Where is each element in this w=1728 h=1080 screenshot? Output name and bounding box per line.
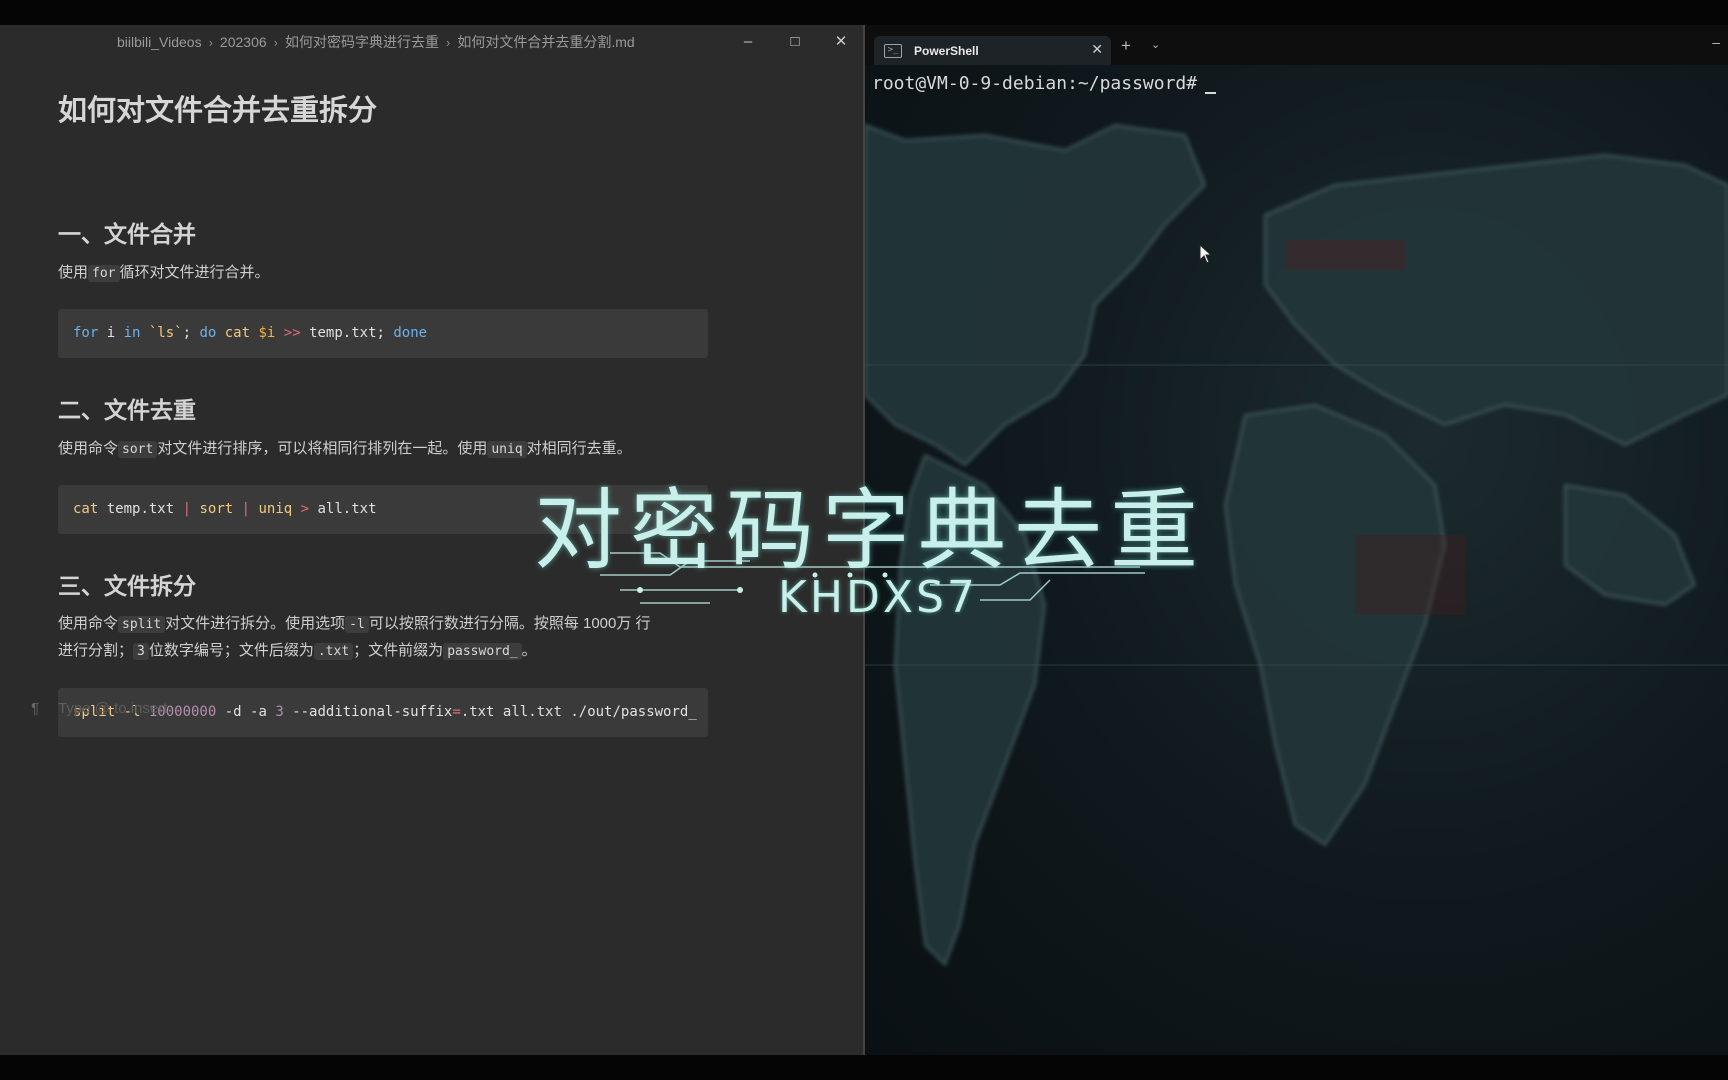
text: ；文件前缀为 [353, 642, 444, 659]
text: 对文件进行排序，可以将相同行排列在一起。使用 [157, 440, 488, 457]
breadcrumb: biilbili_Videos › 202306 › 如何对密码字典进行去重 ›… [117, 32, 635, 52]
new-tab-button[interactable]: + [1121, 36, 1131, 56]
text: 使用命令 [58, 615, 119, 632]
code-token: do [199, 325, 217, 341]
section-heading-dedupe: 二、文件去重 [58, 397, 196, 423]
code-token: ; [182, 325, 200, 341]
close-tab-icon[interactable]: ✕ [1091, 41, 1103, 58]
code-token: sort [191, 501, 242, 517]
terminal-tab-bar: >_ PowerShell ✕ + ⌄ – [865, 25, 1728, 65]
code-token: temp.txt; [309, 325, 394, 341]
maximize-button[interactable]: □ [780, 29, 810, 53]
video-title-overlay: 对密码字典去重 [534, 479, 1207, 582]
code-token: done [393, 325, 428, 341]
code-token: .txt all.txt ./out/password_ [460, 704, 697, 720]
bottom-letterbox [0, 1055, 1728, 1080]
code-token: cat [73, 501, 99, 517]
code-token: `ls` [140, 325, 183, 341]
code-token: all.txt [309, 501, 377, 517]
code-token: in [123, 325, 141, 341]
tab-title: PowerShell [914, 43, 979, 58]
text: 使用命令 [58, 440, 119, 457]
code-token: | [182, 501, 192, 517]
mouse-pointer-icon [1199, 244, 1213, 264]
code-token: = [452, 704, 461, 720]
code-token: for [73, 325, 99, 341]
code-token: temp.txt [98, 501, 183, 517]
breadcrumb-item-month[interactable]: 202306 [220, 34, 267, 50]
page-title: 如何对文件合并去重拆分 [58, 95, 378, 127]
breadcrumb-item-file[interactable]: 如何对文件合并去重分割.md [457, 32, 634, 52]
breadcrumb-item-folder[interactable]: biilbili_Videos [117, 34, 202, 50]
chevron-right-icon: › [208, 34, 213, 50]
inline-code: -l [345, 616, 369, 633]
terminal-output[interactable]: root@VM-0-9-debian:~/password# [872, 73, 1217, 94]
text: 可以按照行数进行分隔。按照每 1000万 行 [368, 615, 651, 632]
terminal-minimize-button[interactable]: – [1712, 34, 1720, 50]
text: 循环对文件进行合并。 [119, 264, 270, 281]
inline-code: sort [118, 441, 158, 458]
inline-code: password_ [443, 643, 522, 660]
text: 对文件进行拆分。使用选项 [165, 615, 346, 632]
text: 使用 [58, 264, 89, 281]
text-cursor [1205, 74, 1217, 94]
text: 位数字编号；文件后缀为 [148, 642, 314, 659]
editor-titlebar: biilbili_Videos › 202306 › 如何对密码字典进行去重 ›… [0, 25, 863, 57]
chevron-right-icon: › [273, 34, 278, 50]
tab-powershell[interactable]: >_ PowerShell ✕ [874, 36, 1111, 65]
code-token: $i [258, 325, 276, 341]
minimize-button[interactable]: – [733, 29, 763, 53]
chevron-right-icon: › [445, 34, 451, 50]
inline-code: for [88, 265, 120, 282]
code-block-merge[interactable]: for i in `ls`; do cat $i >> temp.txt; do… [58, 309, 708, 358]
chevron-down-icon[interactable]: ⌄ [1151, 38, 1160, 51]
section-heading-merge: 一、文件合并 [58, 221, 196, 247]
paragraph-split: 使用命令 split 对文件进行拆分。使用选项 -l 可以按照行数进行分隔。按照每 10… [58, 611, 708, 665]
breadcrumb-item-topic[interactable]: 如何对密码字典进行去重 [285, 32, 439, 52]
code-token: uniq [250, 501, 301, 517]
powershell-icon: >_ [884, 43, 902, 58]
code-token: -d -a [216, 704, 276, 720]
inline-code: uniq [487, 441, 527, 458]
paragraph-merge: 使用 for 循环对文件进行合并。 [58, 260, 708, 287]
close-button[interactable]: ✕ [826, 29, 856, 53]
code-token: >> [275, 325, 310, 341]
text: 进行分割； [58, 642, 134, 659]
text: 。 [521, 642, 537, 659]
paragraph-dedupe: 使用命令 sort 对文件进行排序，可以将相同行排列在一起。使用 uniq 对相同行去重… [58, 436, 708, 463]
section-heading-split: 三、文件拆分 [58, 573, 196, 599]
code-token: --additional-suffix [283, 704, 453, 720]
pilcrow-icon[interactable]: ¶ [31, 700, 39, 717]
code-token: | [241, 501, 251, 517]
insert-placeholder[interactable]: Type @ to insert [58, 700, 167, 717]
code-token: > [300, 501, 310, 517]
inline-code: split [118, 616, 166, 633]
inline-code: .txt [313, 643, 354, 660]
shell-prompt: root@VM-0-9-debian:~/password# [872, 73, 1198, 94]
code-token: 3 [275, 704, 284, 720]
code-token: cat [216, 325, 259, 341]
inline-code: 3 [133, 643, 149, 660]
channel-name-overlay: KHDXS7 [778, 572, 978, 623]
top-letterbox [0, 0, 1728, 25]
text: 对相同行去重。 [526, 440, 632, 457]
code-token: i [98, 325, 124, 341]
